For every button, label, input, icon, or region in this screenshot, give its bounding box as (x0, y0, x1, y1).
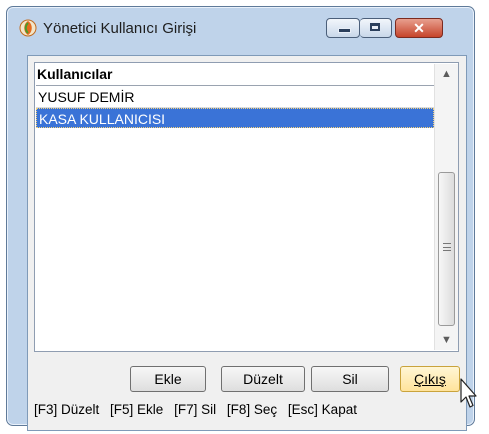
scroll-thumb[interactable] (438, 172, 455, 326)
client-area: Kullanıcılar YUSUF DEMİR KASA KULLANICIS… (27, 55, 477, 431)
list-item-selected[interactable]: KASA KULLANICISI (36, 108, 434, 128)
maximize-button[interactable] (360, 18, 392, 38)
scroll-down-arrow-icon[interactable]: ▼ (435, 330, 458, 350)
delete-button[interactable]: Sil (311, 366, 389, 392)
users-listbox[interactable]: Kullanıcılar YUSUF DEMİR KASA KULLANICIS… (34, 62, 459, 352)
mouse-cursor-icon (460, 378, 477, 408)
edit-button[interactable]: Düzelt (221, 366, 305, 392)
title-bar[interactable]: Yönetici Kullanıcı Girişi ✕ (7, 7, 474, 47)
app-swirl-icon (19, 19, 37, 37)
header-divider (36, 85, 434, 86)
close-icon: ✕ (413, 20, 425, 36)
close-button[interactable]: ✕ (395, 18, 443, 38)
status-item: [F7] Sil (174, 402, 217, 417)
grip-icon (443, 243, 451, 251)
window-title: Yönetici Kullanıcı Girişi (43, 20, 197, 37)
add-button[interactable]: Ekle (130, 366, 206, 392)
exit-button-label: Çıkış (414, 371, 446, 387)
app-window: Yönetici Kullanıcı Girişi ✕ Kullanıcılar… (6, 6, 477, 431)
list-header: Kullanıcılar (37, 66, 113, 82)
status-item: [Esc] Kapat (287, 402, 357, 417)
exit-button[interactable]: Çıkış (400, 366, 460, 392)
status-item: [F5] Ekle (110, 402, 164, 417)
status-item: [F8] Seç (226, 402, 278, 417)
minimize-button[interactable] (326, 18, 360, 38)
list-item[interactable]: YUSUF DEMİR (36, 87, 434, 107)
status-bar: [F3] Düzelt [F5] Ekle [F7] Sil [F8] Seç … (34, 402, 364, 417)
status-item: [F3] Düzelt (34, 402, 100, 417)
minimize-icon (338, 28, 351, 33)
scroll-up-arrow-icon[interactable]: ▲ (435, 64, 458, 84)
maximize-icon (370, 23, 380, 31)
vertical-scrollbar[interactable]: ▲ ▼ (434, 64, 458, 350)
